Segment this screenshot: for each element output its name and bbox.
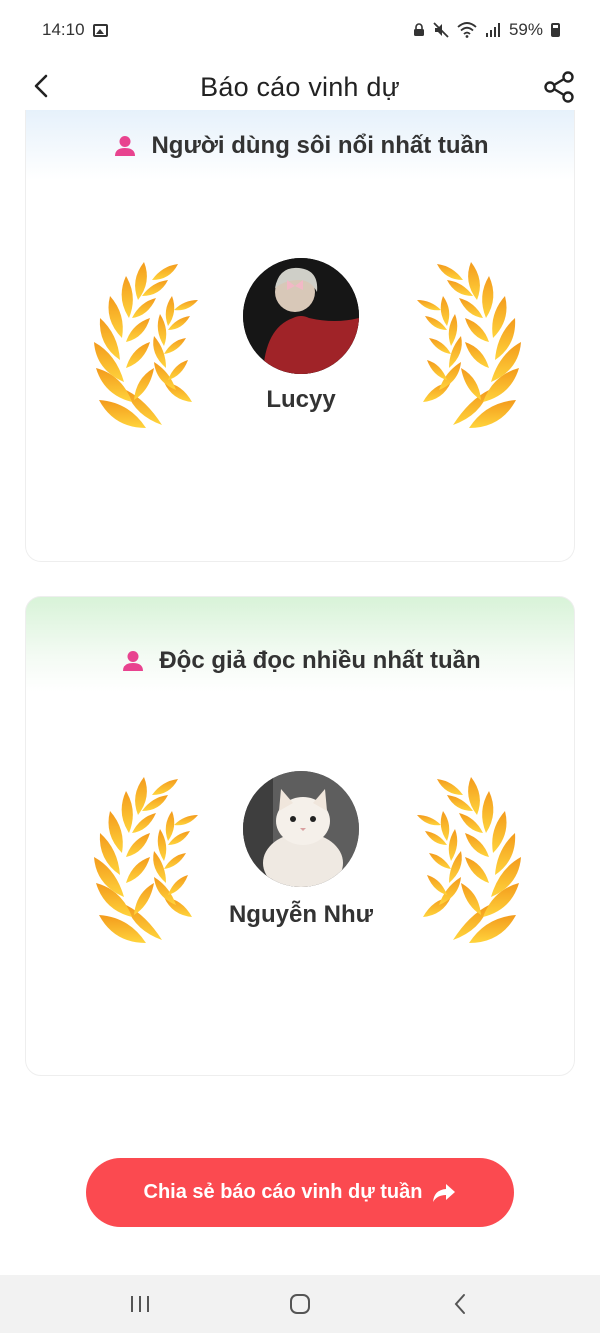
status-left: 14:10 <box>42 20 108 40</box>
avatar[interactable] <box>243 258 359 374</box>
chevron-left-icon[interactable] <box>28 72 56 100</box>
card-header: Độc giả đọc nhiều nhất tuần <box>26 641 574 681</box>
card-title: Độc giả đọc nhiều nhất tuần <box>159 647 481 674</box>
cat-avatar-image <box>243 771 359 887</box>
avatar[interactable] <box>243 771 359 887</box>
recent-apps-button[interactable] <box>120 1284 160 1324</box>
most-active-user-card: Người dùng sôi nổi nhất tuần Lucyy <box>25 110 575 562</box>
mute-icon <box>433 22 449 38</box>
home-button[interactable] <box>280 1284 320 1324</box>
user-icon <box>123 651 144 671</box>
share-icon[interactable] <box>542 70 576 104</box>
wifi-icon <box>457 22 477 38</box>
page-title: Báo cáo vinh dự <box>200 72 400 102</box>
status-right: 59% <box>413 20 560 40</box>
share-report-label: Chia sẻ báo cáo vinh dự tuần <box>143 1181 423 1203</box>
back-nav-button[interactable] <box>440 1284 480 1324</box>
share-report-button[interactable]: Chia sẻ báo cáo vinh dự tuần <box>86 1158 514 1227</box>
card-header: Người dùng sôi nổi nhất tuần <box>26 126 574 166</box>
winner-name: Nguyễn Như <box>228 901 374 928</box>
winner-name: Lucyy <box>266 386 336 413</box>
forward-arrow-icon <box>433 1183 456 1202</box>
status-bar: 14:10 59% <box>0 0 600 60</box>
lock-icon <box>413 23 424 36</box>
signal-icon <box>485 23 500 37</box>
top-reader-card: Độc giả đọc nhiều nhất tuần Nguyễn Như <box>25 596 575 1076</box>
battery-icon <box>551 23 560 37</box>
app-header: Báo cáo vinh dự <box>0 60 600 115</box>
back-nav-icon <box>454 1294 465 1314</box>
person-avatar-image <box>243 258 359 374</box>
status-time: 14:10 <box>42 20 85 39</box>
card-title: Người dùng sôi nổi nhất tuần <box>151 132 489 159</box>
home-icon <box>290 1294 310 1314</box>
user-icon <box>115 136 136 156</box>
battery-percent: 59% <box>508 20 543 39</box>
system-nav-bar <box>0 1275 600 1333</box>
image-icon <box>92 23 108 37</box>
recent-apps-icon <box>131 1296 149 1312</box>
